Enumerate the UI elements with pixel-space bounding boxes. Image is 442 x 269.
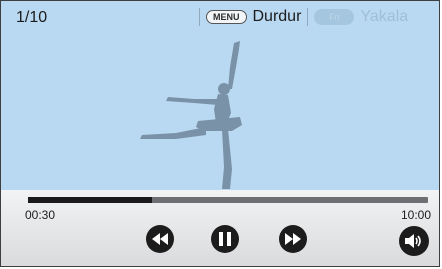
divider [199,8,200,26]
volume-button[interactable] [399,226,429,256]
rewind-icon [152,233,168,245]
pause-button[interactable] [211,225,239,253]
menu-key-badge[interactable]: MENU [206,10,247,24]
slide-counter: 1/10 [16,9,48,26]
pause-icon [219,232,231,246]
pause-label[interactable]: Durdur [253,8,302,26]
volume-icon [405,234,421,248]
ballerina-silhouette [140,41,242,189]
rewind-button[interactable] [146,225,174,253]
capture-label[interactable]: Yakala [360,8,408,26]
top-toolbar: MENU Durdur Fn Yakala [199,7,408,27]
video-player: 1/10 MENU Durdur Fn Yakala 00:30 10:00 [0,0,440,267]
elapsed-time: 00:30 [25,208,56,222]
fast-forward-icon [285,233,301,245]
divider [307,8,309,26]
progress-track[interactable] [28,197,428,203]
fast-forward-button[interactable] [279,225,307,253]
fn-key-badge[interactable]: Fn [314,9,355,25]
control-bar: 00:30 10:00 [1,190,439,266]
progress-fill [28,197,152,203]
video-area[interactable]: 1/10 MENU Durdur Fn Yakala [1,1,439,191]
total-time: 10:00 [400,208,431,222]
